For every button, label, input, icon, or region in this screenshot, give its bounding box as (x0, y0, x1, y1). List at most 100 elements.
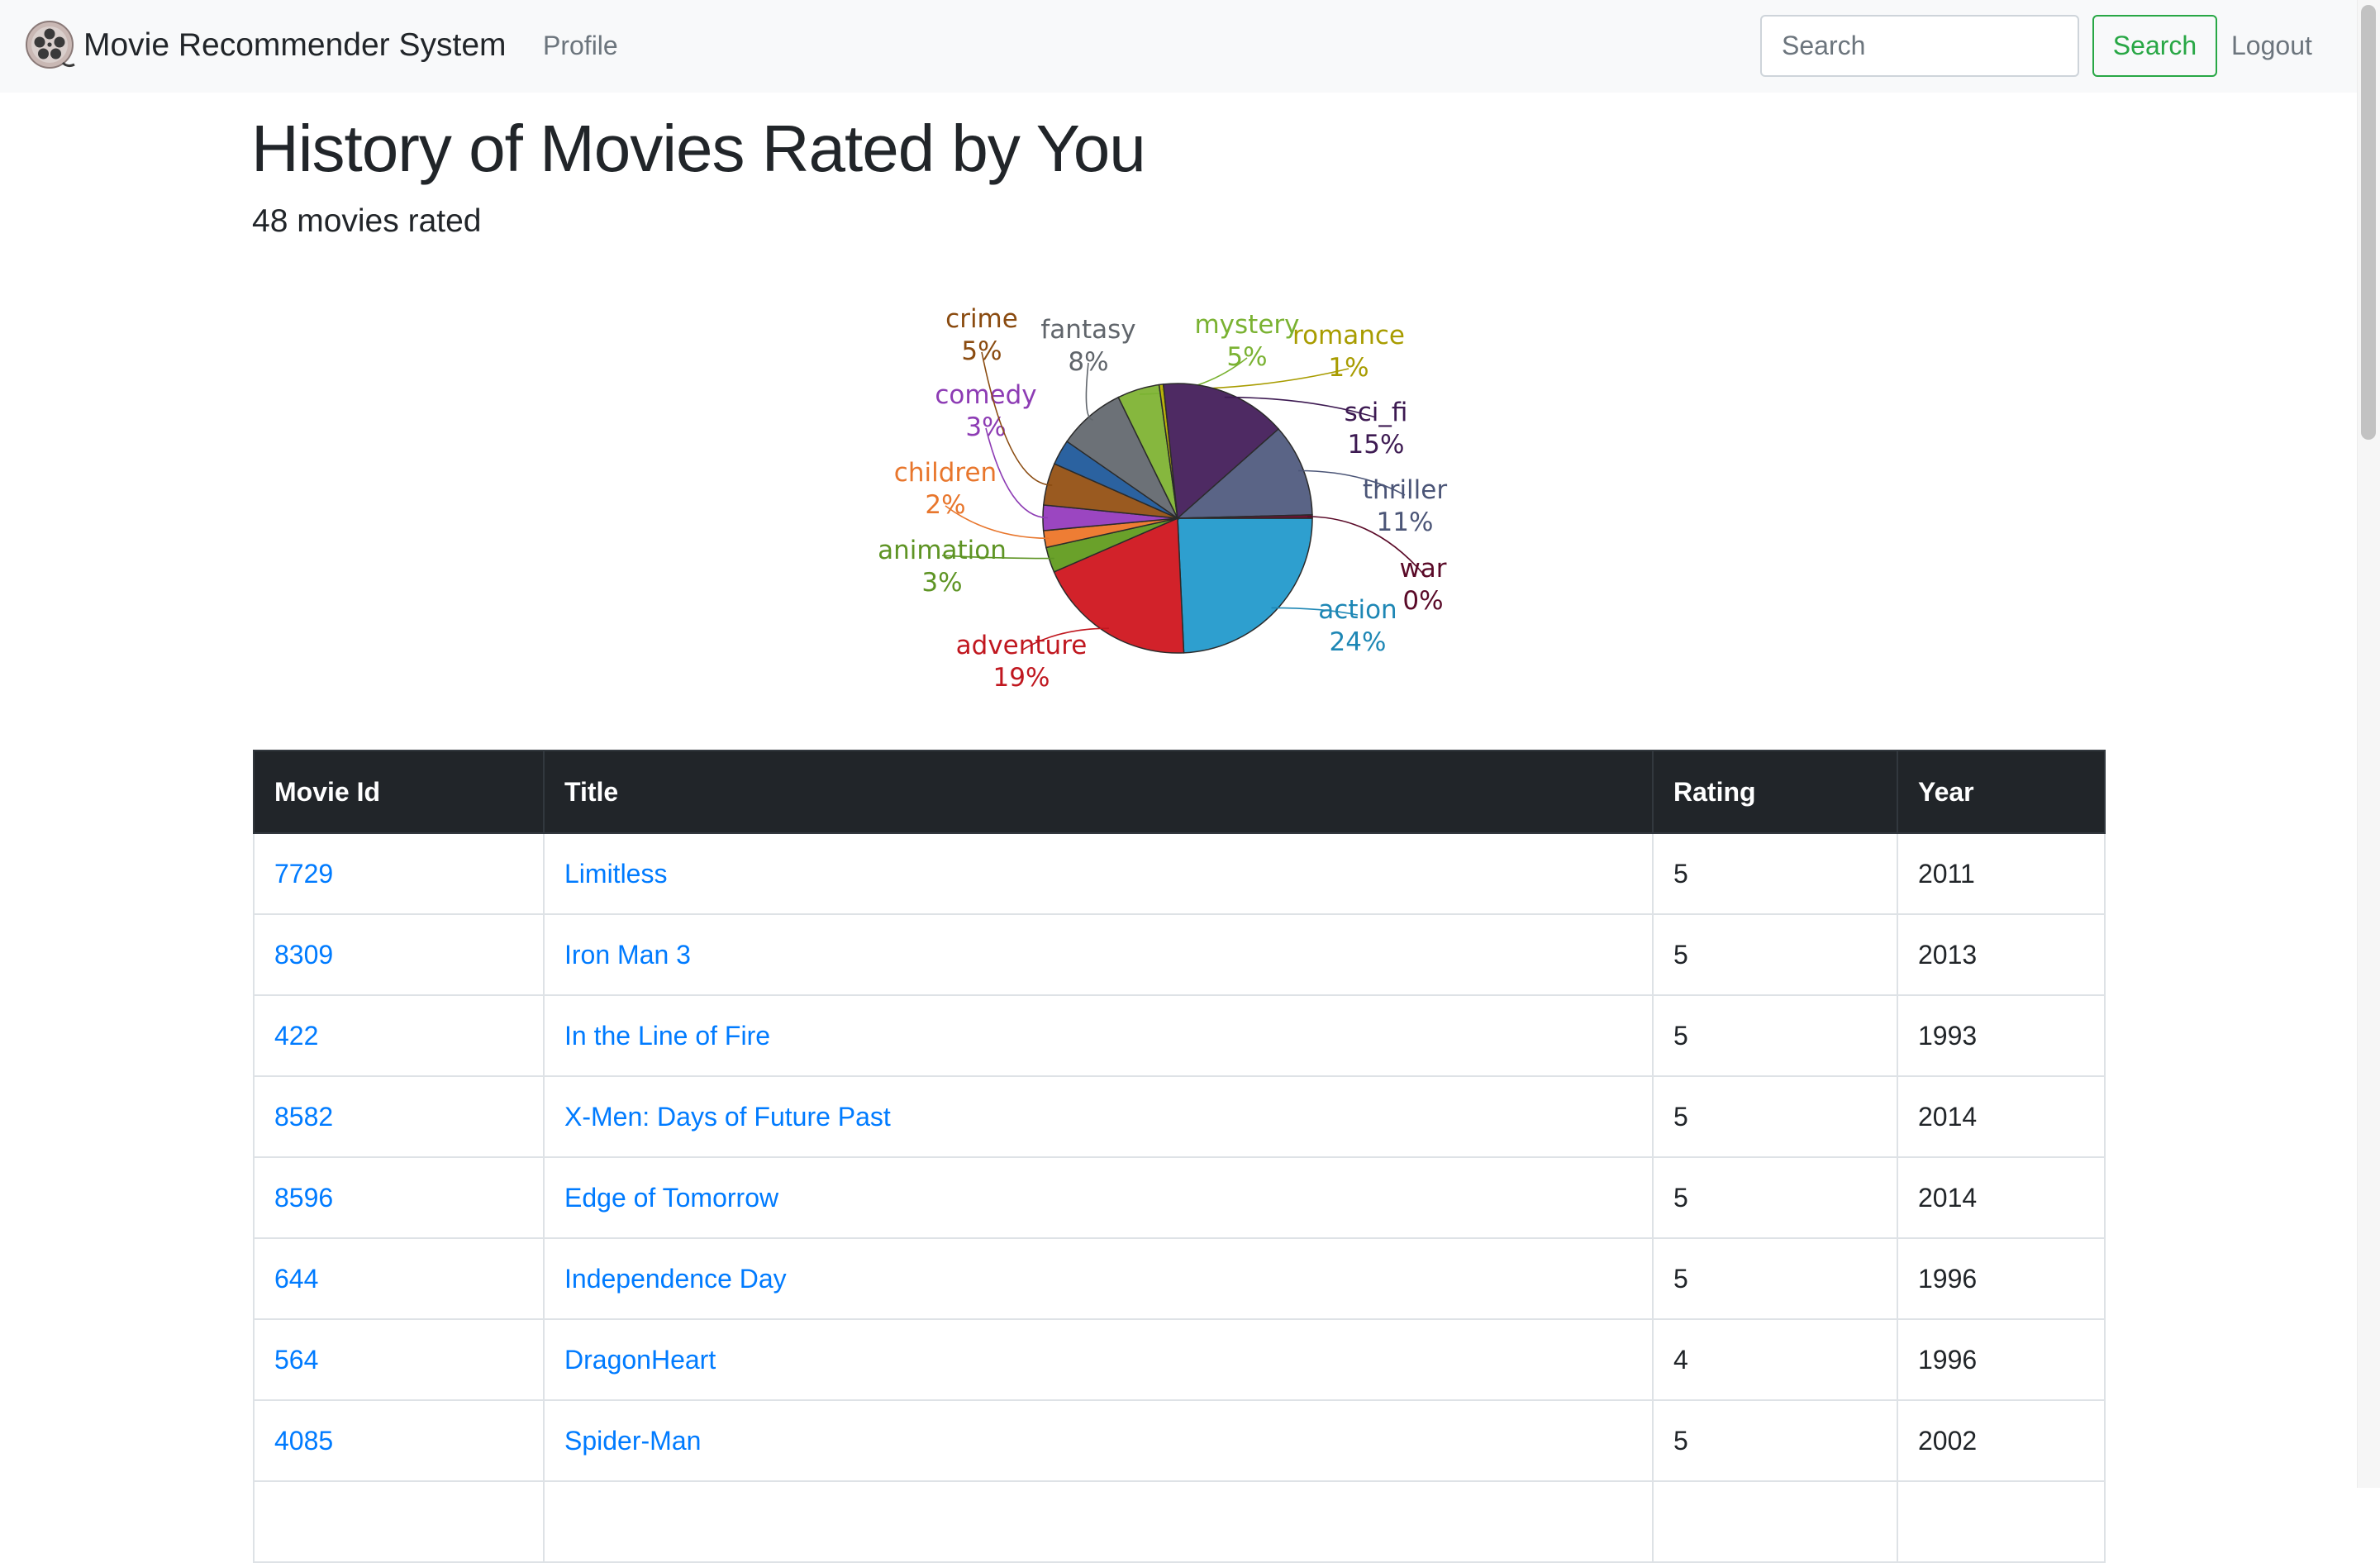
year-cell: 2002 (1897, 1399, 2106, 1482)
nav-link-profile[interactable]: Profile (543, 27, 618, 64)
pie-slice-action (1177, 517, 1313, 654)
pie-label-crime: crime (945, 304, 1018, 334)
pie-percent-crime: 5% (961, 336, 1002, 366)
search-input[interactable] (1760, 15, 2079, 77)
title-cell: Iron Man 3 (543, 913, 1654, 996)
movie-title-link[interactable]: Limitless (564, 859, 667, 889)
pie-label-animation: animation (878, 536, 1007, 565)
ratings-table-container: Movie Id Title Rating Year 7729 Limitles… (253, 750, 2106, 1563)
title-cell: Edge of Tomorrow (543, 1156, 1654, 1239)
rating-cell: 5 (1652, 1237, 1898, 1320)
nav-link-logout[interactable]: Logout (2231, 27, 2312, 64)
pie-label-comedy: comedy (935, 380, 1036, 410)
movie-title-link[interactable]: X-Men: Days of Future Past (564, 1102, 891, 1132)
pie-percent-romance: 1% (1328, 353, 1368, 383)
movie-id-cell: 8582 (253, 1075, 545, 1158)
table-row (253, 1480, 2106, 1563)
table-row: 422 In the Line of Fire 5 1993 (253, 994, 2106, 1077)
pie-percent-sci_fi: 15% (1348, 430, 1405, 460)
rating-cell: 5 (1652, 1075, 1898, 1158)
rating-cell: 5 (1652, 913, 1898, 996)
table-row: 7729 Limitless 5 2011 (253, 832, 2106, 915)
title-cell: X-Men: Days of Future Past (543, 1075, 1654, 1158)
rating-cell: 5 (1652, 832, 1898, 915)
genre-pie-chart: action24% adventure 19% animation 3% children… (878, 304, 1447, 693)
year-cell: 1996 (1897, 1237, 2106, 1320)
rating-cell: 5 (1652, 1156, 1898, 1239)
movie-title-link[interactable]: In the Line of Fire (564, 1021, 770, 1051)
table-row: 8596 Edge of Tomorrow 5 2014 (253, 1156, 2106, 1239)
title-cell: Limitless (543, 832, 1654, 915)
movie-title-link[interactable]: Iron Man 3 (564, 940, 691, 970)
table-row: 564 DragonHeart 4 1996 (253, 1318, 2106, 1401)
pie-percent-fantasy: 8% (1068, 347, 1108, 377)
movie-id-cell: 7729 (253, 832, 545, 915)
table-header-row: Movie Id Title Rating Year (253, 750, 2106, 834)
pie-percent-thriller: 11% (1377, 507, 1434, 537)
pie-percent-comedy: 3% (965, 412, 1006, 442)
year-cell: 2013 (1897, 913, 2106, 996)
movie-id-link[interactable]: 7729 (274, 859, 333, 889)
rating-cell: 4 (1652, 1318, 1898, 1401)
page-title: History of Movies Rated by You (251, 112, 1146, 185)
table-row: 8582 X-Men: Days of Future Past 5 2014 (253, 1075, 2106, 1158)
movie-id-cell: 4085 (253, 1399, 545, 1482)
movie-id-cell (253, 1480, 545, 1563)
movie-title-link[interactable]: Edge of Tomorrow (564, 1183, 778, 1213)
column-header-year: Year (1897, 750, 2106, 834)
movie-id-link[interactable]: 564 (274, 1345, 318, 1375)
pie-label-children: children (894, 458, 997, 488)
scrollbar-thumb[interactable] (2361, 5, 2376, 440)
table-row: 4085 Spider-Man 5 2002 (253, 1399, 2106, 1482)
rating-cell: 5 (1652, 1399, 1898, 1482)
column-header-movie-id: Movie Id (253, 750, 545, 834)
title-cell: Independence Day (543, 1237, 1654, 1320)
search-button[interactable]: Search (2092, 15, 2217, 77)
year-cell: 2011 (1897, 832, 2106, 915)
year-cell: 1996 (1897, 1318, 2106, 1401)
movie-title-link[interactable]: Independence Day (564, 1264, 787, 1294)
pie-label-war: war (1399, 554, 1446, 584)
title-cell (543, 1480, 1654, 1563)
movie-title-link[interactable]: DragonHeart (564, 1345, 716, 1375)
movie-id-cell: 8596 (253, 1156, 545, 1239)
column-header-title: Title (543, 750, 1654, 834)
pie-label-thriller: thriller (1363, 475, 1447, 505)
movie-id-link[interactable]: 8582 (274, 1102, 333, 1132)
pie-label-sci_fi: sci_fi (1345, 398, 1408, 427)
title-cell: Spider-Man (543, 1399, 1654, 1482)
pie-percent-action: 24% (1330, 627, 1387, 657)
rated-count: 48 movies rated (252, 203, 482, 239)
year-cell: 2014 (1897, 1075, 2106, 1158)
year-cell: 2014 (1897, 1156, 2106, 1239)
column-header-rating: Rating (1652, 750, 1898, 834)
pie-percent-children: 2% (925, 490, 965, 520)
movie-id-cell: 644 (253, 1237, 545, 1320)
pie-label-romance: romance (1292, 321, 1405, 350)
table-row: 644 Independence Day 5 1996 (253, 1237, 2106, 1320)
movie-id-link[interactable]: 8309 (274, 940, 333, 970)
movie-id-cell: 422 (253, 994, 545, 1077)
movie-title-link[interactable]: Spider-Man (564, 1426, 701, 1456)
brand-link[interactable]: Movie Recommender System (83, 25, 507, 66)
pie-percent-mystery: 5% (1226, 342, 1267, 372)
pie-label-adventure: adventure (956, 631, 1088, 660)
movie-id-link[interactable]: 422 (274, 1021, 318, 1051)
movie-id-link[interactable]: 4085 (274, 1426, 333, 1456)
pie-percent-war: 0% (1402, 586, 1443, 616)
movie-id-cell: 564 (253, 1318, 545, 1401)
navbar: Movie Recommender System Profile Search … (0, 0, 2357, 93)
rating-cell: 5 (1652, 994, 1898, 1077)
movie-id-cell: 8309 (253, 913, 545, 996)
title-cell: In the Line of Fire (543, 994, 1654, 1077)
year-cell: 1993 (1897, 994, 2106, 1077)
film-reel-icon[interactable] (25, 20, 76, 71)
pie-percent-adventure: 19% (993, 663, 1050, 693)
pie-label-fantasy: fantasy (1040, 315, 1135, 345)
title-cell: DragonHeart (543, 1318, 1654, 1401)
pie-label-action: action (1318, 595, 1397, 625)
table-row: 8309 Iron Man 3 5 2013 (253, 913, 2106, 996)
year-cell (1897, 1480, 2106, 1563)
movie-id-link[interactable]: 8596 (274, 1183, 333, 1213)
movie-id-link[interactable]: 644 (274, 1264, 318, 1294)
